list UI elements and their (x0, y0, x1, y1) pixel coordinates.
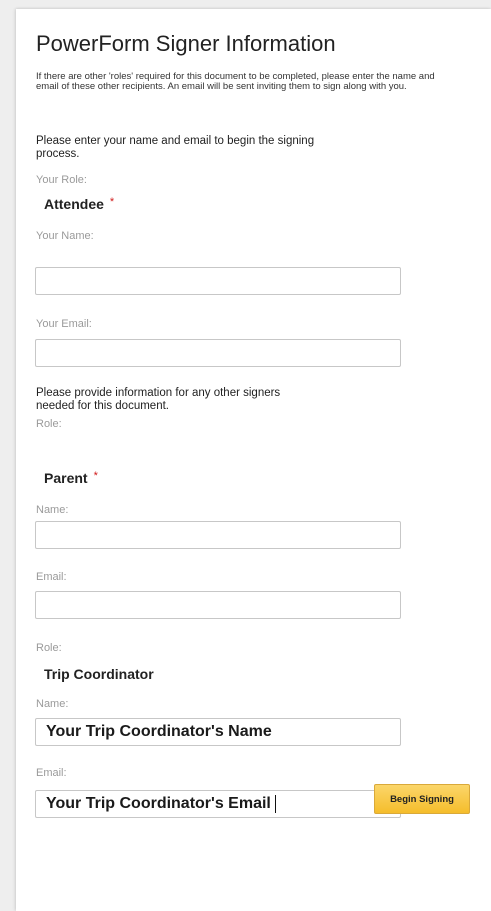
text-cursor (274, 795, 276, 813)
role-name-parent: Parent (44, 470, 88, 486)
coordinator-name-value: Your Trip Coordinator's Name (46, 723, 272, 740)
parent-name-label: Name: (36, 504, 69, 516)
parent-role-value: Parent * (44, 470, 98, 486)
intro-text: If there are other 'roles' required for … (36, 71, 435, 92)
required-marker: * (109, 196, 115, 208)
coordinator-email-value: Your Trip Coordinator's Email (46, 795, 271, 813)
coordinator-role-label: Role: (36, 642, 62, 654)
your-email-label: Your Email: (36, 318, 92, 330)
your-role-value: Attendee * (44, 196, 114, 212)
begin-signing-button[interactable]: Begin Signing (374, 784, 470, 814)
your-name-input[interactable] (35, 267, 401, 295)
parent-email-input[interactable] (35, 591, 401, 619)
parent-email-label: Email: (36, 571, 67, 583)
coordinator-email-input[interactable]: Your Trip Coordinator's Email (35, 790, 401, 818)
role-name-attendee: Attendee (44, 196, 104, 212)
your-name-label: Your Name: (36, 230, 94, 242)
signer-form-panel: PowerForm Signer Information If there ar… (16, 9, 491, 911)
parent-role-label: Role: (36, 418, 62, 430)
self-prompt: Please enter your name and email to begi… (36, 135, 315, 160)
coordinator-role-value: Trip Coordinator (44, 666, 154, 682)
coordinator-name-label: Name: (36, 698, 69, 710)
coordinator-email-label: Email: (36, 767, 67, 779)
your-email-input[interactable] (35, 339, 401, 367)
coordinator-name-input[interactable]: Your Trip Coordinator's Name (35, 718, 401, 746)
others-prompt: Please provide information for any other… (36, 387, 281, 412)
required-marker: * (93, 470, 98, 482)
parent-name-input[interactable] (35, 521, 401, 549)
page-title: PowerForm Signer Information (36, 31, 336, 56)
your-role-label: Your Role: (36, 174, 87, 186)
